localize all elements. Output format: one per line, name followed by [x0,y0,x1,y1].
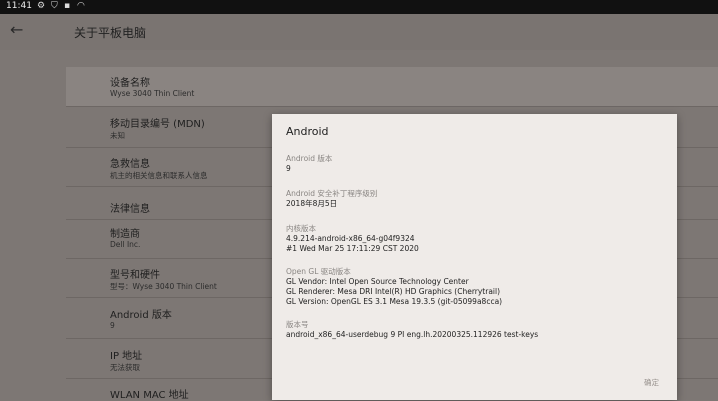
section-value: GL Version: OpenGL ES 3.1 Mesa 19.3.5 (g… [286,297,503,306]
list-item-subtitle: 9 [110,321,115,330]
section-value: GL Vendor: Intel Open Source Technology … [286,277,469,286]
section-kernel-version: 内核版本 4.9.214-android-x86_64-g04f9324 #1 … [286,224,419,254]
section-security-patch: Android 安全补丁程序级别 2018年8月5日 [286,189,377,209]
list-item-title: 制造商 [110,229,140,240]
status-time: 11:41 [6,1,32,11]
section-value: 4.9.214-android-x86_64-g04f9324 [286,234,415,243]
list-item-title: 设备名称 [110,78,150,89]
dialog-title: Android [286,125,329,138]
list-item-title: IP 地址 [110,351,143,362]
section-heading: Android 版本 [286,154,333,163]
list-item-subtitle: 未知 [110,131,125,140]
divider [66,106,718,107]
list-item-title: 法律信息 [110,204,150,215]
list-item-device-name[interactable]: 设备名称 Wyse 3040 Thin Client [66,67,718,107]
section-android-version: Android 版本 9 [286,154,332,174]
list-item-title: 急救信息 [110,159,150,170]
section-value: GL Renderer: Mesa DRI Intel(R) HD Graphi… [286,287,501,296]
shield-icon: ⛉ [51,1,58,11]
section-opengl-driver: Open GL 驱动版本 GL Vendor: Intel Open Sourc… [286,267,502,307]
section-heading: 版本号 [286,320,309,329]
list-item-subtitle: 型号：Wyse 3040 Thin Client [110,282,217,291]
list-item-subtitle: 无法获取 [110,363,140,372]
android-version-dialog: Android Android 版本 9 Android 安全补丁程序级别 20… [272,114,677,400]
section-heading: Android 安全补丁程序级别 [286,189,378,198]
section-build-number: 版本号 android_x86_64-userdebug 9 PI eng.lh… [286,320,538,340]
gear-icon: ⚙ [37,1,46,11]
section-value: android_x86_64-userdebug 9 PI eng.lh.202… [286,330,539,339]
list-item-subtitle: Dell Inc. [110,240,141,249]
list-item-subtitle: 机主的相关信息和联系人信息 [110,171,208,180]
page-title: 关于平板电脑 [74,26,147,40]
section-value: 9 [286,164,291,173]
ok-button[interactable]: 确定 [644,377,659,388]
back-arrow-icon[interactable]: ← [10,20,23,39]
section-value: 2018年8月5日 [286,199,338,208]
section-heading: 内核版本 [286,224,316,233]
wifi-icon: ◠ [77,1,85,11]
section-heading: Open GL 驱动版本 [286,267,351,276]
list-item-title: WLAN MAC 地址 [110,390,189,401]
list-item-subtitle: Wyse 3040 Thin Client [110,89,195,98]
list-item-title: Android 版本 [110,310,172,321]
notification-icon: ▪ [64,1,71,11]
status-bar: 11:41 ⚙ ⛉ ▪ ◠ [0,0,718,14]
app-bar: ← 关于平板电脑 [0,14,718,50]
list-item-title: 移动目录编号 (MDN) [110,119,205,130]
section-value: #1 Wed Mar 25 17:11:29 CST 2020 [286,244,419,253]
list-item-title: 型号和硬件 [110,270,160,281]
